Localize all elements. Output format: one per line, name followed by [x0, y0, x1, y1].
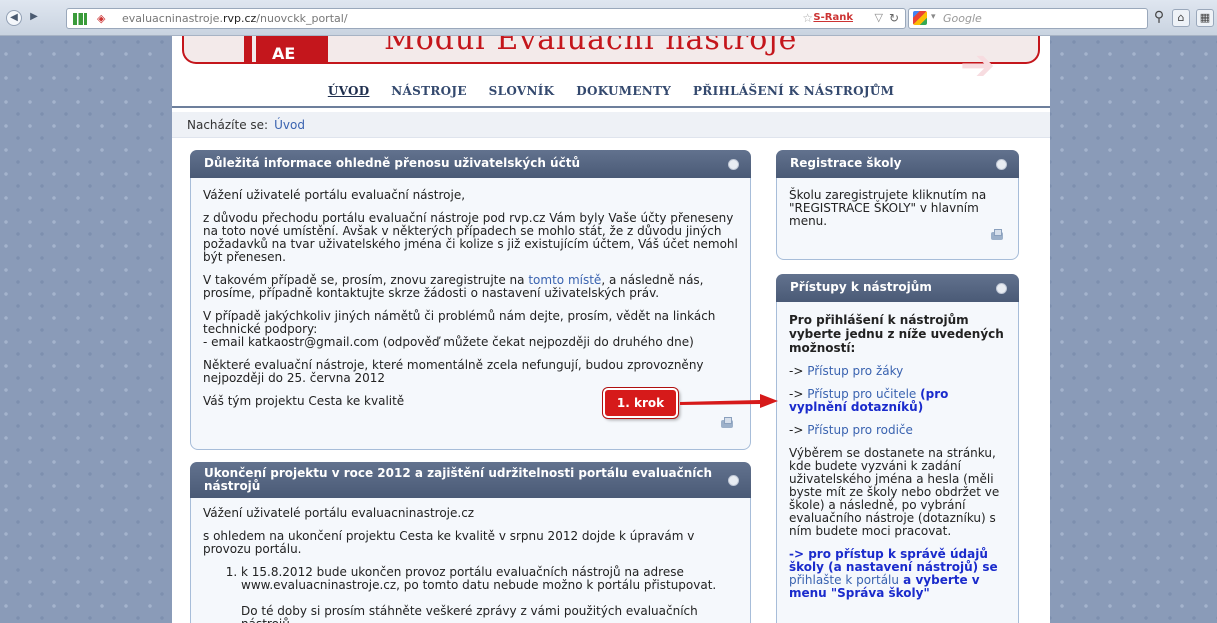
teachers-link[interactable]: Přístup pro učitele [807, 387, 916, 401]
collapse-icon[interactable] [728, 159, 739, 170]
site-icon: ◈ [97, 12, 106, 25]
back-icon[interactable]: ◀ [6, 10, 22, 26]
print-icon[interactable] [719, 417, 737, 431]
breadcrumb-link[interactable]: Úvod [274, 118, 305, 132]
info-paragraph: Některé evaluační nástroje, které moment… [203, 358, 704, 385]
access-box-body: Pro přihlášení k nástrojům vyberte jednu… [789, 313, 1006, 610]
search-icon[interactable]: ⚲ [1150, 9, 1168, 27]
logo-stripe [244, 36, 252, 62]
end-box-title: Ukončení projektu v roce 2012 a zajištěn… [204, 466, 713, 493]
browser-toolbar: ◀ ▶ ◈ evaluacninastroje.rvp.cz/nuovckk_p… [0, 0, 1217, 36]
info-paragraph: z důvodu přechodu portálu evaluační nást… [203, 211, 738, 264]
breadcrumb-label: Nacházíte se: [187, 118, 269, 132]
breadcrumb: Nacházíte se: Úvod [172, 112, 1050, 138]
signal-icon [73, 13, 87, 25]
login-link[interactable]: přihlašte k portálu [789, 573, 899, 587]
access-box-header: Přístupy k nástrojům [776, 274, 1019, 302]
end-paragraph: s ohledem na ukončení projektu Cesta ke … [203, 529, 695, 556]
access-box-title: Přístupy k nástrojům [790, 280, 932, 294]
google-icon [913, 11, 927, 25]
end-box-body: Vážení uživatelé portálu evaluacninastro… [203, 507, 738, 623]
main-menu: ÚVOD NÁSTROJE SLOVNÍK DOKUMENTY PŘIHLÁŠE… [172, 84, 1050, 108]
info-box-title: Důležitá informace ohledně přenosu uživa… [204, 156, 580, 170]
star-icon[interactable]: ☆ [802, 11, 813, 25]
collapse-icon[interactable] [996, 159, 1007, 170]
list-item: k 15.8.2012 bude ukončen provoz portálu … [241, 566, 738, 623]
info-greeting: Vážení uživatelé portálu evaluační nástr… [203, 188, 466, 202]
print-icon[interactable] [989, 229, 1007, 243]
collapse-icon[interactable] [728, 475, 739, 486]
access-box: Přístupy k nástrojům Pro přihlášení k ná… [776, 274, 1019, 623]
info-box-body: Vážení uživatelé portálu evaluační nástr… [203, 189, 738, 418]
search-input[interactable]: ▾ Google [908, 8, 1148, 29]
search-placeholder: Google [943, 12, 982, 25]
step-callout: 1. krok [603, 388, 678, 418]
dropdown-icon[interactable]: ▽ [875, 11, 883, 24]
header-banner: AE Modul Evaluační nástroje [182, 36, 1040, 64]
url-text: evaluacninastroje.rvp.cz/nuovckk_portal/ [122, 12, 348, 25]
srank-label[interactable]: S-Rank [813, 12, 853, 23]
access-description: Výběrem se dostanete na stránku, kde bud… [789, 446, 1000, 538]
registration-box-title: Registrace školy [790, 156, 902, 170]
home-icon[interactable]: ⌂ [1172, 9, 1190, 27]
address-bar[interactable]: ◈ evaluacninastroje.rvp.cz/nuovckk_porta… [66, 8, 906, 29]
access-option-pupils: -> Přístup pro žáky [789, 364, 904, 378]
pupils-link[interactable]: Přístup pro žáky [807, 364, 903, 378]
registration-box-header: Registrace školy [776, 150, 1019, 178]
info-paragraph: V případě jakýchkoliv jiných námětů či p… [203, 309, 716, 349]
menu-item-nastroje[interactable]: NÁSTROJE [391, 84, 467, 98]
menu-item-uvod[interactable]: ÚVOD [328, 84, 370, 98]
registration-text: Školu zaregistrujete kliknutím na "REGIS… [789, 188, 987, 228]
decor-arrow: ➔ [960, 40, 996, 89]
step-arrow [680, 394, 778, 408]
access-option-parents: -> Přístup pro rodiče [789, 423, 913, 437]
end-greeting: Vážení uživatelé portálu evaluacninastro… [203, 506, 475, 520]
registration-box: Registrace školy Školu zaregistrujete kl… [776, 150, 1019, 260]
menu-item-slovnik[interactable]: SLOVNÍK [489, 84, 555, 98]
forward-icon[interactable]: ▶ [26, 10, 42, 26]
info-paragraph: V takovém případě se, prosím, znovu zare… [203, 273, 704, 300]
access-option-teachers: -> Přístup pro učitele (pro vyplnění dot… [789, 387, 949, 414]
end-box: Ukončení projektu v roce 2012 a zajištěn… [190, 462, 751, 623]
collapse-icon[interactable] [996, 283, 1007, 294]
admin-instructions: -> pro přístup k správě údajů školy (a n… [789, 547, 998, 600]
menu-item-dokumenty[interactable]: DOKUMENTY [576, 84, 671, 98]
bookmarks-icon[interactable]: ▦ [1196, 9, 1214, 27]
search-dropdown-icon[interactable]: ▾ [931, 12, 936, 22]
register-link[interactable]: tomto místě [528, 273, 601, 287]
end-box-header: Ukončení projektu v roce 2012 a zajištěn… [190, 462, 751, 498]
access-intro: Pro přihlášení k nástrojům vyberte jednu… [789, 313, 1004, 355]
parents-link[interactable]: Přístup pro rodiče [807, 423, 913, 437]
reload-icon[interactable]: ↻ [889, 11, 899, 25]
info-box-header: Důležitá informace ohledně přenosu uživa… [190, 150, 751, 178]
banner-title: Modul Evaluační nástroje [384, 36, 798, 57]
page-content: AE Modul Evaluační nástroje ➔ ÚVOD NÁSTR… [172, 36, 1050, 623]
logo-text: AE [272, 44, 296, 63]
menu-item-prihlaseni[interactable]: PŘIHLÁŠENÍ K NÁSTROJŮM [693, 84, 894, 98]
